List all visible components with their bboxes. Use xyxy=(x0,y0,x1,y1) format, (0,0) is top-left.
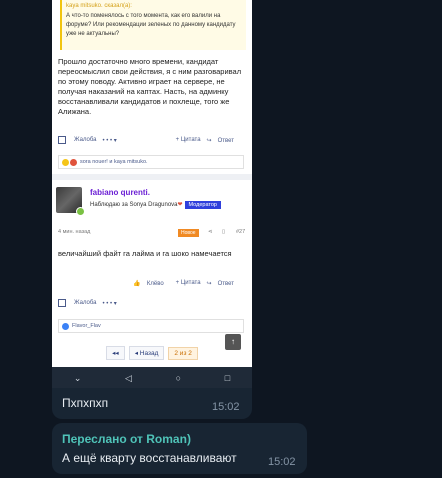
select-checkbox-2[interactable] xyxy=(58,299,66,307)
message-text: Пхпхпхп xyxy=(62,396,109,410)
page-indicator[interactable]: 2 из 2 xyxy=(168,346,198,360)
reply-label: Ответ xyxy=(217,137,234,144)
prev-page-button[interactable]: ◂ Назад xyxy=(128,346,165,360)
select-checkbox[interactable] xyxy=(58,136,66,144)
likes-text: sora nouer! и kaya mitsuko. xyxy=(80,159,148,165)
thumbs-up-icon: 👍 xyxy=(133,280,141,287)
moderator-badge: Модератор xyxy=(184,201,221,209)
first-page-button[interactable]: ◂◂ xyxy=(106,346,125,360)
reply-icon: ↪ xyxy=(206,280,212,287)
like-button[interactable]: 👍 Клёво xyxy=(133,280,169,287)
post-text: Прошло достаточно много времени, кандида… xyxy=(58,57,242,116)
quote-button-2[interactable]: + Цитата xyxy=(176,280,201,286)
post-actions: Жалоба • • • ▾ + Цитата ↪ Ответ xyxy=(58,134,246,146)
laugh-emoji-icon xyxy=(62,158,69,166)
reply-label-2: Ответ xyxy=(217,280,234,287)
new-badge: Новое xyxy=(178,229,199,237)
reply-icon: ↪ xyxy=(206,137,212,144)
more-menu-2[interactable]: • • • ▾ xyxy=(103,300,117,307)
post-time[interactable]: 4 мин. назад xyxy=(58,229,90,235)
quote-button[interactable]: + Цитата xyxy=(176,137,201,143)
forum-screenshot: kaya mitsuko. сказал(а): А что-то поменя… xyxy=(52,0,252,389)
author-row: fabiano qurenti. Наблюдаю за Sonya Dragu… xyxy=(56,185,248,216)
like-label: Клёво xyxy=(146,280,164,287)
post-divider xyxy=(52,174,252,180)
share-icon[interactable]: ⋖ xyxy=(208,229,213,235)
android-navbar: ⌄ ◁ ○ □ xyxy=(52,367,252,389)
message-time: 15:02 xyxy=(212,401,240,413)
post-actions-2: 👍 Клёво + Цитата ↪ Ответ xyxy=(58,277,246,289)
heart-icon: ❤ xyxy=(177,202,183,208)
likes-text-2: Flavor_Flav xyxy=(72,323,101,329)
recent-apps-icon[interactable]: □ xyxy=(225,373,230,383)
heart-emoji-icon xyxy=(70,158,77,166)
message-time-2: 15:02 xyxy=(268,456,296,468)
chevron-down-icon[interactable]: ⌄ xyxy=(74,373,82,384)
quote-author[interactable]: kaya mitsuko. сказал(а): xyxy=(66,3,242,9)
like-emoji-icon xyxy=(62,322,69,330)
message-bubble[interactable]: Пхпхпхп 15:02 xyxy=(52,388,252,419)
post-meta: 4 мин. назад Новое ⋖ ▯ #27 xyxy=(58,229,246,239)
report-link-2[interactable]: Жалоба xyxy=(74,300,97,306)
message-text-2: А ещё кварту восстанавливают xyxy=(62,451,237,465)
back-icon[interactable]: ◁ xyxy=(125,373,132,384)
quote-block: kaya mitsuko. сказал(а): А что-то поменя… xyxy=(60,0,246,50)
reply-button-2[interactable]: ↪ Ответ xyxy=(207,280,240,287)
bookmark-icon[interactable]: ▯ xyxy=(222,229,225,235)
reply-button[interactable]: ↪ Ответ xyxy=(207,137,240,144)
author-watch-text: Наблюдаю за Sonya Dragunova xyxy=(90,202,178,208)
home-icon[interactable]: ○ xyxy=(176,373,181,383)
post-actions-3: Жалоба • • • ▾ xyxy=(58,297,246,309)
author-name[interactable]: fabiano qurenti. xyxy=(90,188,150,197)
post-text-2: величайший файт га лайма и га шоко намеч… xyxy=(58,249,232,258)
forwarded-message-bubble[interactable]: Переслано от Roman) А ещё кварту восстан… xyxy=(52,423,307,474)
likes-bar[interactable]: sora nouer! и kaya mitsuko. xyxy=(58,155,244,169)
online-indicator-icon xyxy=(76,207,85,216)
forwarded-from[interactable]: Переслано от Roman) xyxy=(62,432,191,446)
author-status: Наблюдаю за Sonya Dragunova❤ Модератор xyxy=(90,201,221,209)
pagination: ◂◂ ◂ Назад 2 из 2 xyxy=(52,343,252,363)
report-link[interactable]: Жалоба xyxy=(74,137,97,143)
more-menu[interactable]: • • • ▾ xyxy=(103,137,117,144)
quote-text: А что-то поменялось с того момента, как … xyxy=(66,13,236,37)
likes-bar-2[interactable]: Flavor_Flav xyxy=(58,319,244,333)
post-number[interactable]: #27 xyxy=(236,229,245,235)
